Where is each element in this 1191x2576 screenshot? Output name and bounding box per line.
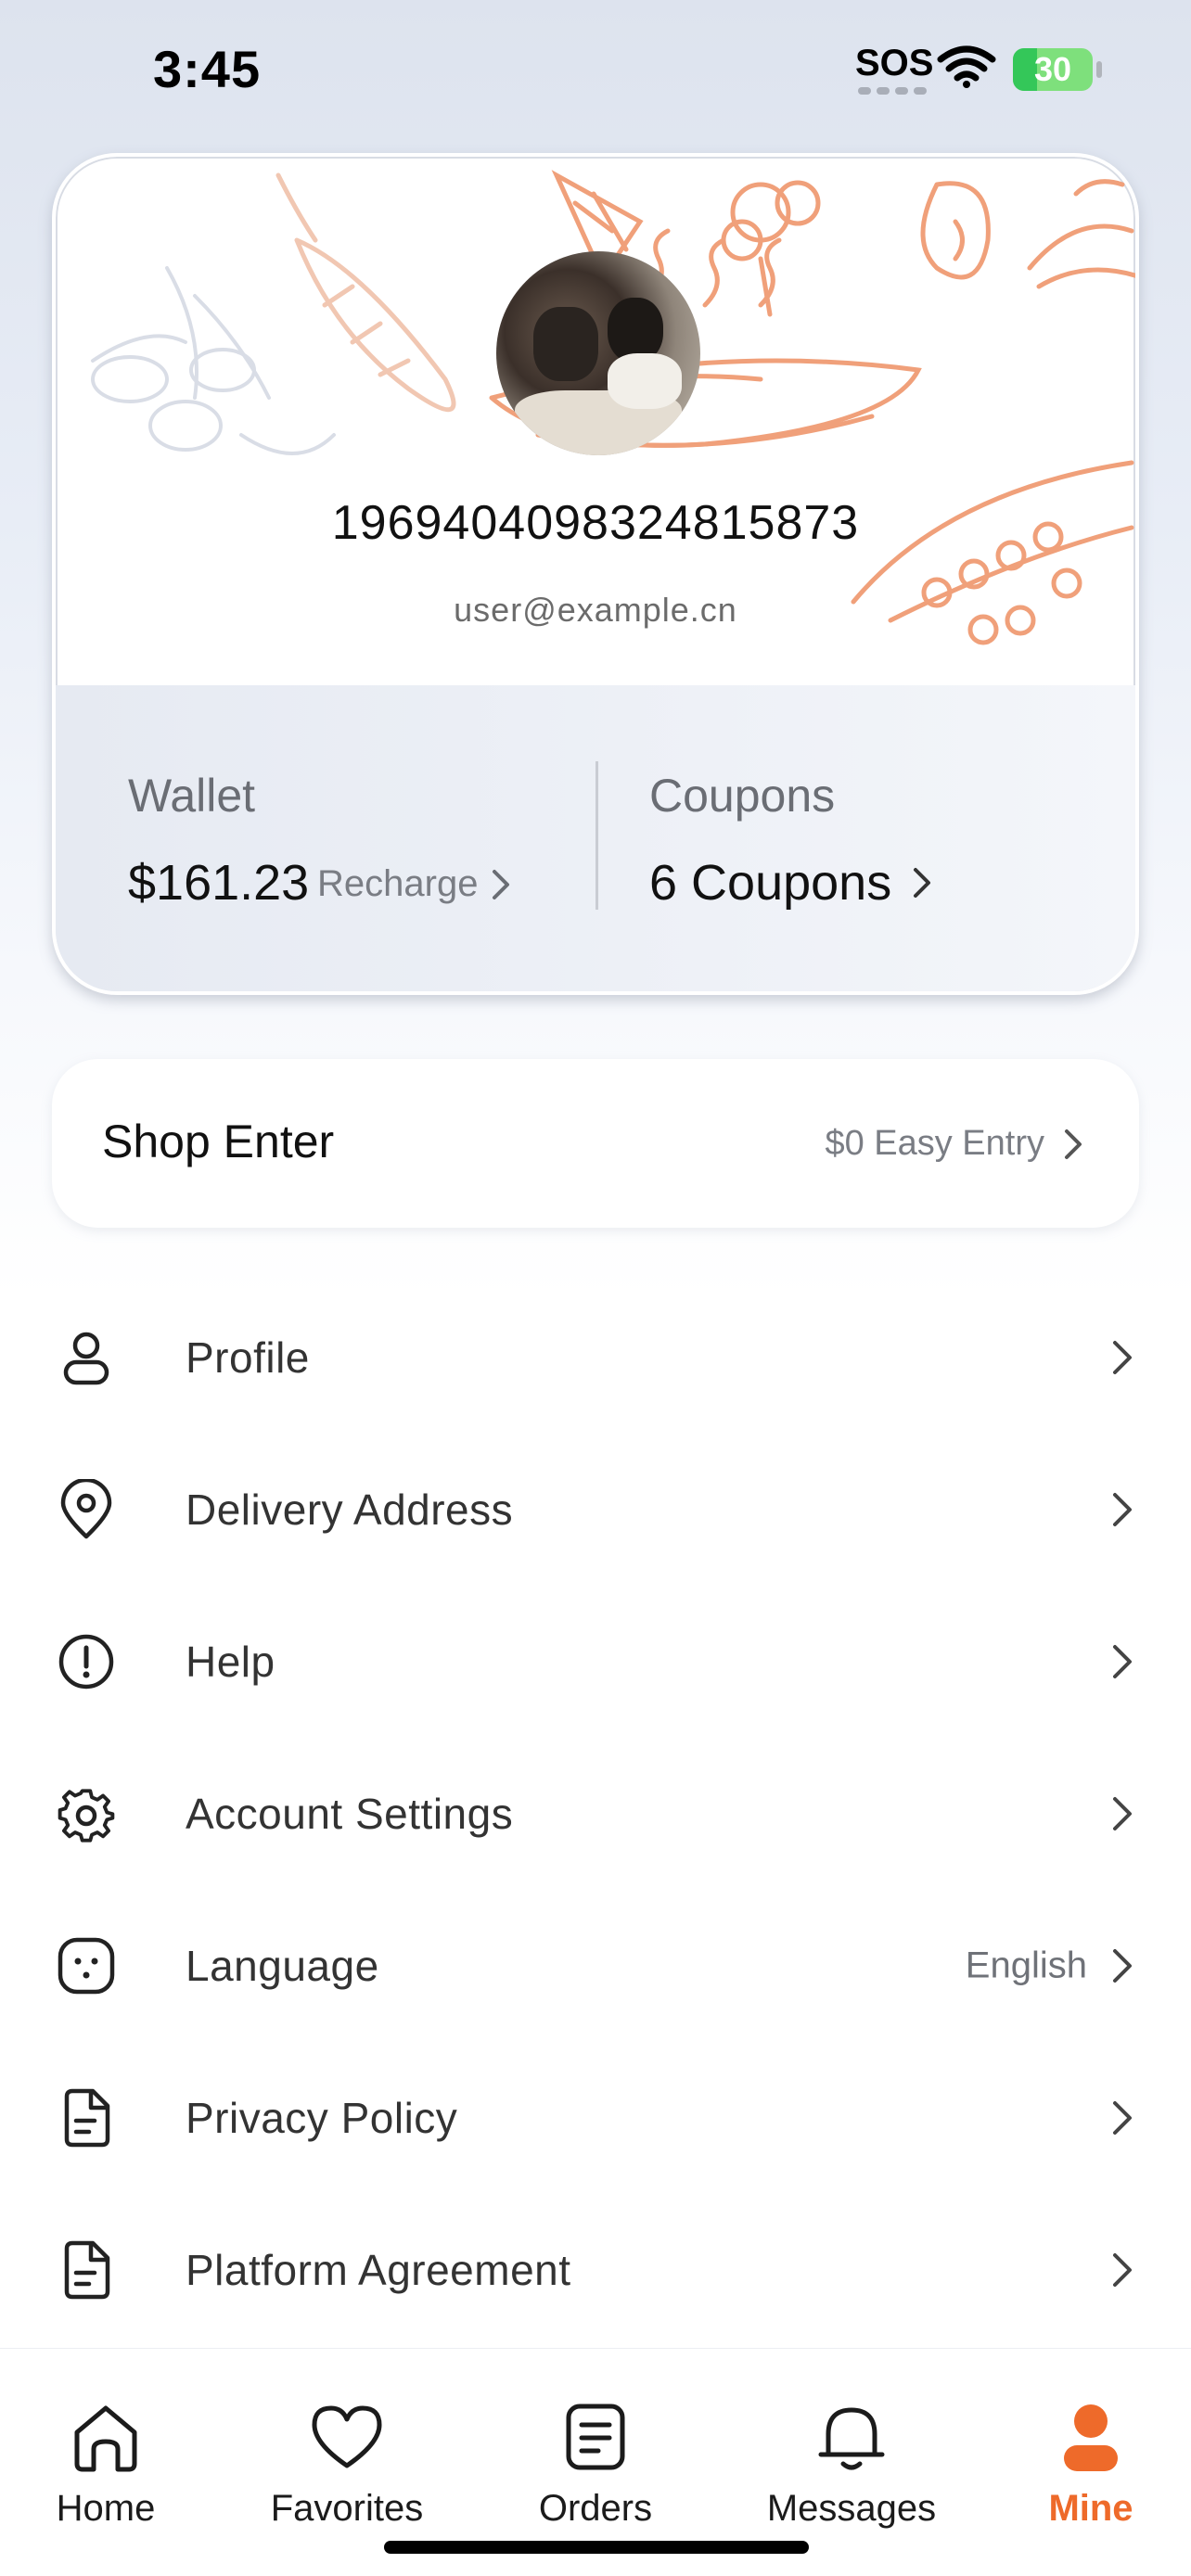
chevron-right-icon bbox=[1113, 2101, 1132, 2135]
chevron-right-icon bbox=[1113, 1645, 1132, 1678]
tab-label: Favorites bbox=[270, 2488, 424, 2529]
exclamation-circle-icon bbox=[58, 1634, 114, 1690]
chevron-right-icon bbox=[1113, 1949, 1132, 1983]
menu-item-language[interactable]: Language English bbox=[0, 1890, 1191, 2042]
tab-label: Home bbox=[56, 2488, 156, 2529]
wallet-label: Wallet bbox=[128, 770, 256, 822]
wallet-balance: $161.23 bbox=[128, 855, 310, 911]
gear-icon bbox=[58, 1789, 115, 1843]
menu-item-account-settings[interactable]: Account Settings bbox=[0, 1738, 1191, 1890]
person-filled-icon bbox=[1064, 2404, 1118, 2471]
chevron-right-icon bbox=[1113, 1493, 1132, 1526]
document-icon bbox=[64, 2240, 110, 2300]
shop-enter-subtitle: $0 Easy Entry bbox=[825, 1124, 1044, 1163]
shop-enter-subtitle-group: $0 Easy Entry bbox=[825, 1124, 1083, 1164]
menu-item-label: Platform Agreement bbox=[186, 2246, 571, 2294]
menu-item-platform-agreement[interactable]: Platform Agreement bbox=[0, 2194, 1191, 2346]
language-icon bbox=[58, 1937, 115, 1995]
language-value: English bbox=[965, 1945, 1087, 1986]
chevron-right-icon bbox=[914, 868, 931, 898]
chevron-right-icon bbox=[493, 869, 510, 899]
tab-label: Messages bbox=[766, 2488, 937, 2529]
battery-icon: 30 bbox=[1013, 48, 1093, 91]
menu-item-profile[interactable]: Profile bbox=[0, 1282, 1191, 1434]
status-time: 3:45 bbox=[153, 40, 262, 98]
user-id: 1969404098324815873 bbox=[331, 496, 860, 550]
chevron-right-icon bbox=[1065, 1129, 1082, 1159]
menu-item-label: Account Settings bbox=[186, 1790, 514, 1838]
menu-item-label: Delivery Address bbox=[186, 1486, 514, 1534]
recharge-label: Recharge bbox=[317, 863, 479, 904]
menu-item-label: Profile bbox=[186, 1333, 310, 1382]
menu-item-delivery-address[interactable]: Delivery Address bbox=[0, 1434, 1191, 1586]
signal-dots-icon bbox=[858, 87, 927, 95]
home-icon bbox=[74, 2405, 137, 2472]
home-indicator bbox=[384, 2541, 809, 2554]
tab-label: Mine bbox=[1048, 2488, 1133, 2529]
chevron-right-icon bbox=[1113, 2253, 1132, 2287]
profile-card: 1969404098324815873 user@example.cn Wall… bbox=[52, 153, 1139, 995]
coupons-button[interactable]: 6 Coupons bbox=[649, 854, 932, 912]
battery-tip bbox=[1096, 61, 1102, 78]
menu-item-label: Language bbox=[186, 1942, 379, 1990]
menu-item-label: Help bbox=[186, 1638, 275, 1686]
avatar[interactable] bbox=[496, 251, 700, 455]
chevron-right-icon bbox=[1113, 1341, 1132, 1374]
sos-indicator: SOS bbox=[855, 43, 934, 83]
heart-icon bbox=[312, 2405, 382, 2468]
location-pin-icon bbox=[60, 1479, 112, 1539]
menu-item-help[interactable]: Help bbox=[0, 1586, 1191, 1738]
wallet-coupons-panel: Wallet $161.23 Recharge Coupons 6 Coupon… bbox=[56, 685, 1135, 991]
menu-item-privacy-policy[interactable]: Privacy Policy bbox=[0, 2042, 1191, 2194]
person-icon bbox=[63, 1332, 109, 1385]
shop-enter-button[interactable]: Shop Enter $0 Easy Entry bbox=[52, 1059, 1139, 1228]
tab-home[interactable]: Home bbox=[4, 2349, 208, 2576]
orders-icon bbox=[566, 2404, 625, 2470]
document-icon bbox=[64, 2088, 110, 2148]
chevron-right-icon bbox=[1113, 1797, 1132, 1830]
battery-level: 30 bbox=[1033, 50, 1072, 88]
coupons-count: 6 Coupons bbox=[649, 855, 892, 911]
shop-enter-title: Shop Enter bbox=[102, 1116, 335, 1167]
recharge-button[interactable]: Recharge bbox=[317, 863, 511, 905]
wifi-icon bbox=[937, 45, 996, 88]
user-email: user@example.cn bbox=[454, 591, 737, 629]
bell-icon bbox=[818, 2407, 885, 2470]
tab-label: Orders bbox=[538, 2488, 653, 2529]
divider bbox=[596, 761, 598, 910]
status-bar: 3:45 SOS 30 bbox=[0, 0, 1191, 139]
tab-mine[interactable]: Mine bbox=[989, 2349, 1191, 2576]
menu-item-label: Privacy Policy bbox=[186, 2094, 458, 2142]
coupons-label: Coupons bbox=[649, 770, 836, 822]
